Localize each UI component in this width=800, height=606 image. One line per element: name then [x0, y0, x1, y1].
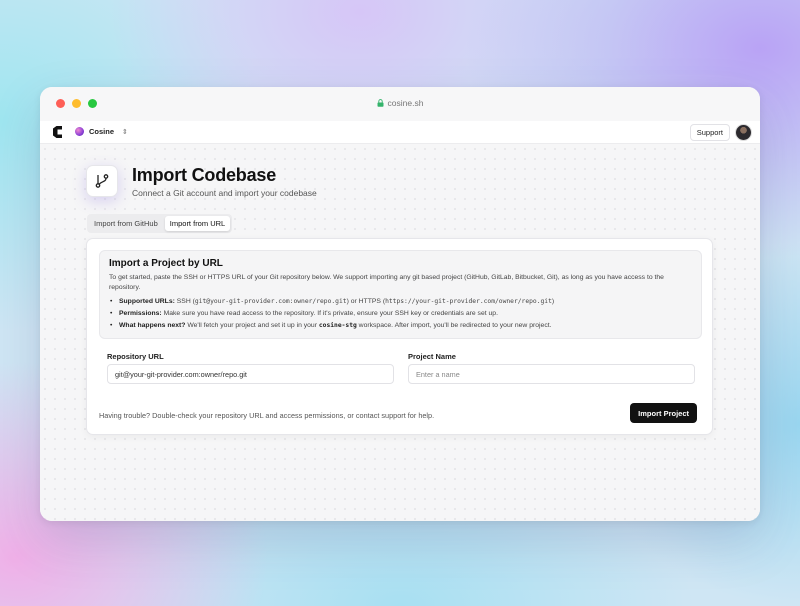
page-title: Import Codebase [132, 165, 277, 185]
info-intro: To get started, paste the SSH or HTTPS U… [109, 274, 664, 291]
chevron-updown-icon: ⇕ [122, 128, 128, 136]
tab-import-from-github[interactable]: Import from GitHub [89, 216, 163, 231]
bullet-supported-urls: Supported URLs: SSH (git@your-git-provid… [109, 296, 692, 308]
cosine-logo-icon[interactable] [51, 125, 65, 139]
bullet-what-happens-next: What happens next? We'll fetch your proj… [109, 320, 692, 332]
address-bar[interactable]: cosine.sh [40, 98, 760, 109]
workspace-avatar [75, 127, 84, 136]
browser-window: cosine.sh Cosine ⇕ Support Import Codeba… [40, 87, 760, 521]
project-name-input[interactable] [408, 364, 695, 384]
workspace-switcher[interactable]: Cosine ⇕ [75, 127, 128, 136]
address-url: cosine.sh [387, 98, 424, 108]
tab-import-from-url[interactable]: Import from URL [164, 216, 231, 231]
main-content: Import Codebase Connect a Git account an… [40, 144, 760, 521]
support-button[interactable]: Support [689, 124, 730, 141]
project-name-label: Project Name [408, 352, 456, 361]
app-header: Cosine ⇕ Support [40, 121, 760, 144]
import-project-button[interactable]: Import Project [630, 403, 697, 423]
page-subtitle: Connect a Git account and import your co… [132, 188, 317, 198]
repository-url-label: Repository URL [107, 352, 164, 361]
browser-titlebar: cosine.sh [40, 87, 760, 121]
import-card: Import a Project by URL To get started, … [86, 238, 713, 435]
repository-url-input[interactable] [107, 364, 394, 384]
info-bullets: Supported URLs: SSH (git@your-git-provid… [109, 296, 692, 332]
git-branch-icon [86, 165, 118, 197]
user-avatar[interactable] [735, 124, 752, 141]
import-tabs: Import from GitHub Import from URL [87, 214, 233, 233]
workspace-name: Cosine [89, 127, 115, 136]
help-text: Having trouble? Double-check your reposi… [99, 411, 435, 420]
info-panel: Import a Project by URL To get started, … [99, 250, 702, 339]
info-title: Import a Project by URL [109, 258, 223, 269]
bullet-permissions: Permissions: Make sure you have read acc… [109, 308, 692, 320]
lock-icon [377, 99, 384, 109]
